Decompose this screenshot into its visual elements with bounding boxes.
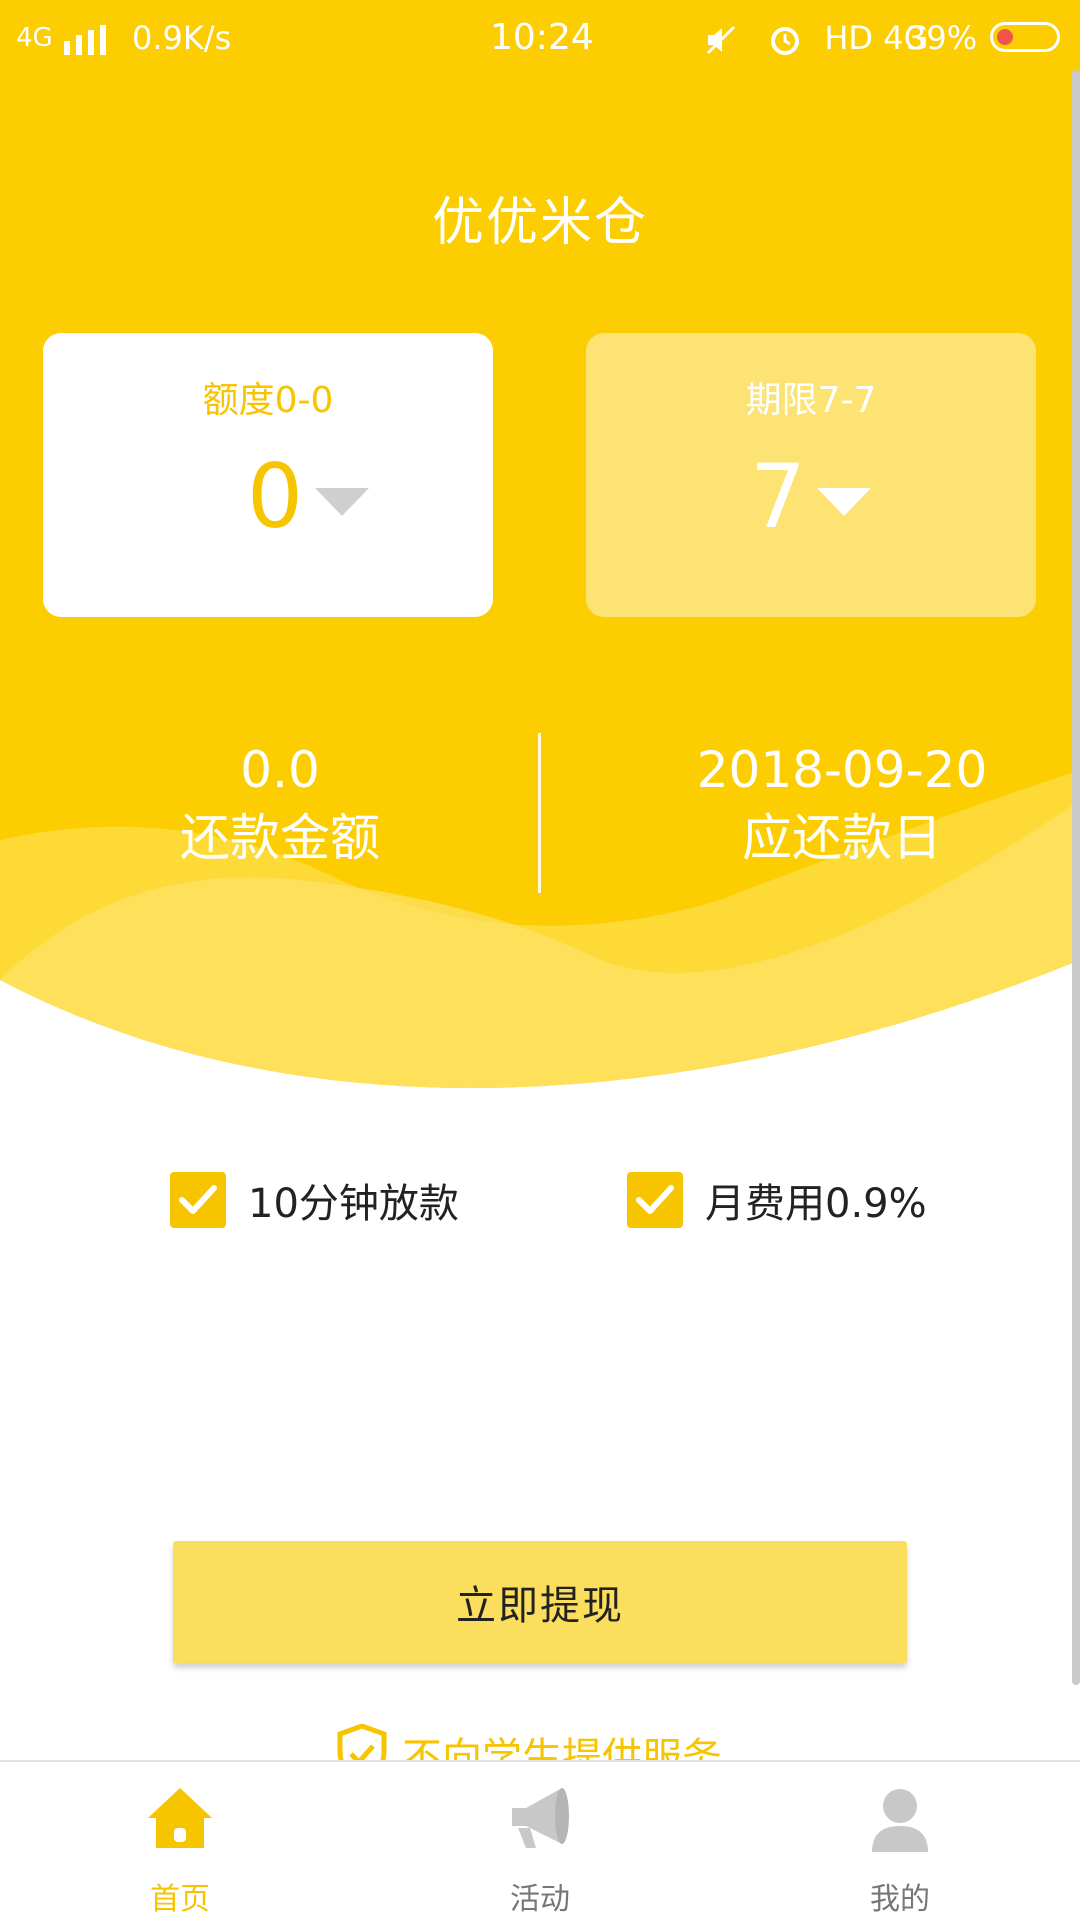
- battery-percent: 39%: [906, 19, 978, 57]
- stat-divider: [538, 733, 541, 893]
- network-speed: 0.9K/s: [132, 19, 232, 57]
- repayment-amount-block: 0.0 还款金额: [70, 740, 490, 876]
- network-type: 4G: [16, 23, 53, 53]
- home-icon: [148, 1788, 212, 1848]
- alarm-icon: [771, 27, 800, 55]
- term-value: 7: [750, 445, 806, 548]
- feature-label: 10分钟放款: [248, 1181, 459, 1227]
- battery-icon: [990, 22, 1060, 52]
- feature-fast-loan[interactable]: 10分钟放款: [170, 1172, 459, 1228]
- clock: 10:24: [490, 17, 594, 58]
- feature-monthly-fee[interactable]: 月费用0.9%: [627, 1172, 927, 1228]
- page-title: 优优米仓: [431, 193, 648, 253]
- repayment-amount-label: 还款金额: [180, 809, 380, 867]
- checkmark-icon: [179, 1185, 217, 1214]
- status-bar: 4G 0.9K/s 10:24 HD 4G 39%: [0, 0, 1080, 76]
- dropdown-arrow-icon[interactable]: [315, 488, 369, 516]
- tab-activity[interactable]: 活动: [390, 1762, 690, 1920]
- tab-mine[interactable]: 我的: [750, 1762, 1050, 1920]
- withdraw-button[interactable]: 立即提现: [173, 1541, 907, 1663]
- dropdown-arrow-icon[interactable]: [817, 488, 871, 516]
- amount-selector[interactable]: 额度0-0 0: [43, 333, 493, 617]
- checkbox-checked[interactable]: [627, 1172, 683, 1228]
- mute-icon: [706, 25, 736, 55]
- term-selector[interactable]: 期限7-7 7: [586, 333, 1036, 617]
- repayment-amount-value: 0.0: [240, 741, 320, 799]
- tab-label: 首页: [150, 1882, 210, 1917]
- signal-bars-icon: [64, 24, 110, 55]
- checkbox-checked[interactable]: [170, 1172, 226, 1228]
- due-date-block: 2018-09-20 应还款日: [632, 740, 1052, 876]
- due-date-value: 2018-09-20: [696, 741, 988, 799]
- amount-value: 0: [247, 445, 303, 548]
- scrollbar[interactable]: [1072, 70, 1080, 1685]
- bottom-tab-bar: 首页 活动 我的: [0, 1760, 1080, 1920]
- amount-range-label: 额度0-0: [202, 380, 334, 421]
- tab-home[interactable]: 首页: [30, 1762, 330, 1920]
- tab-label: 活动: [510, 1882, 570, 1917]
- term-range-label: 期限7-7: [745, 380, 877, 421]
- checkmark-icon: [636, 1185, 674, 1214]
- megaphone-icon: [512, 1788, 569, 1848]
- due-date-label: 应还款日: [742, 809, 942, 867]
- feature-label: 月费用0.9%: [705, 1181, 927, 1227]
- status-indicators: HD 4G: [704, 18, 928, 58]
- tab-label: 我的: [870, 1882, 930, 1917]
- user-icon: [872, 1789, 928, 1852]
